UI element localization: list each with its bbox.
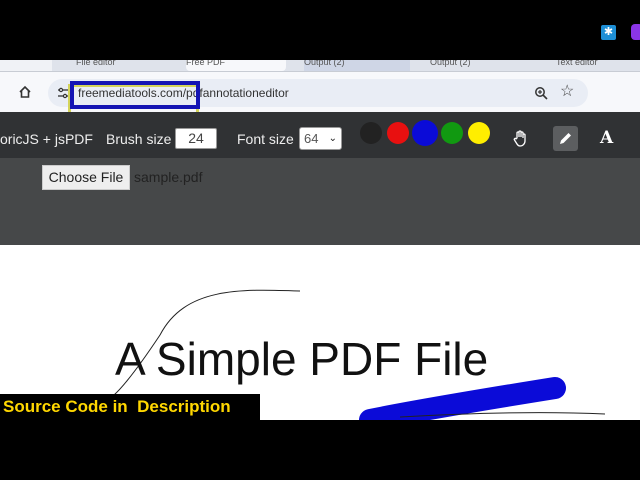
- extension-2-icon[interactable]: [631, 24, 640, 40]
- color-swatch-yellow[interactable]: [468, 122, 490, 144]
- tab-4[interactable]: Output (2): [304, 60, 410, 71]
- brush-size-input[interactable]: 24: [175, 128, 217, 149]
- font-size-label: Font size: [237, 131, 294, 147]
- tab-5[interactable]: Output (2): [430, 60, 534, 71]
- tab-1[interactable]: [0, 60, 52, 71]
- caption-banner: Source Code in Description: [0, 394, 260, 420]
- text-tool-icon[interactable]: A: [600, 128, 613, 148]
- color-swatch-blue[interactable]: [414, 122, 436, 144]
- font-size-select[interactable]: 64 ⌄: [299, 127, 342, 150]
- caption-text: Source Code in Description: [3, 397, 231, 416]
- tab-6[interactable]: Text editor: [556, 60, 640, 71]
- color-swatch-green[interactable]: [441, 122, 463, 144]
- font-size-value: 64: [304, 131, 319, 146]
- highlight-box-blue: [70, 81, 200, 109]
- chevron-down-icon: ⌄: [328, 133, 337, 144]
- zoom-icon[interactable]: [534, 86, 548, 100]
- tab-strip: File editor Free PDF Output (2) Output (…: [0, 60, 640, 71]
- extension-icon[interactable]: ✱: [601, 25, 616, 40]
- file-name: sample.pdf: [134, 169, 203, 185]
- color-swatch-black[interactable]: [360, 122, 382, 144]
- pencil-icon: [560, 133, 571, 144]
- pdf-title: A Simple PDF File: [115, 333, 489, 385]
- hand-icon[interactable]: [512, 129, 530, 147]
- choose-file-button[interactable]: Choose File: [42, 165, 130, 190]
- bookmark-star-icon[interactable]: ☆: [560, 84, 574, 100]
- tab-3[interactable]: Free PDF: [186, 60, 286, 71]
- home-icon[interactable]: [18, 85, 32, 99]
- app-label: oricJS + jsPDF: [0, 131, 93, 147]
- pen-tool-button[interactable]: [553, 126, 578, 151]
- tab-2[interactable]: File editor: [76, 60, 156, 71]
- brush-size-label: Brush size: [106, 131, 172, 147]
- color-swatch-red[interactable]: [387, 122, 409, 144]
